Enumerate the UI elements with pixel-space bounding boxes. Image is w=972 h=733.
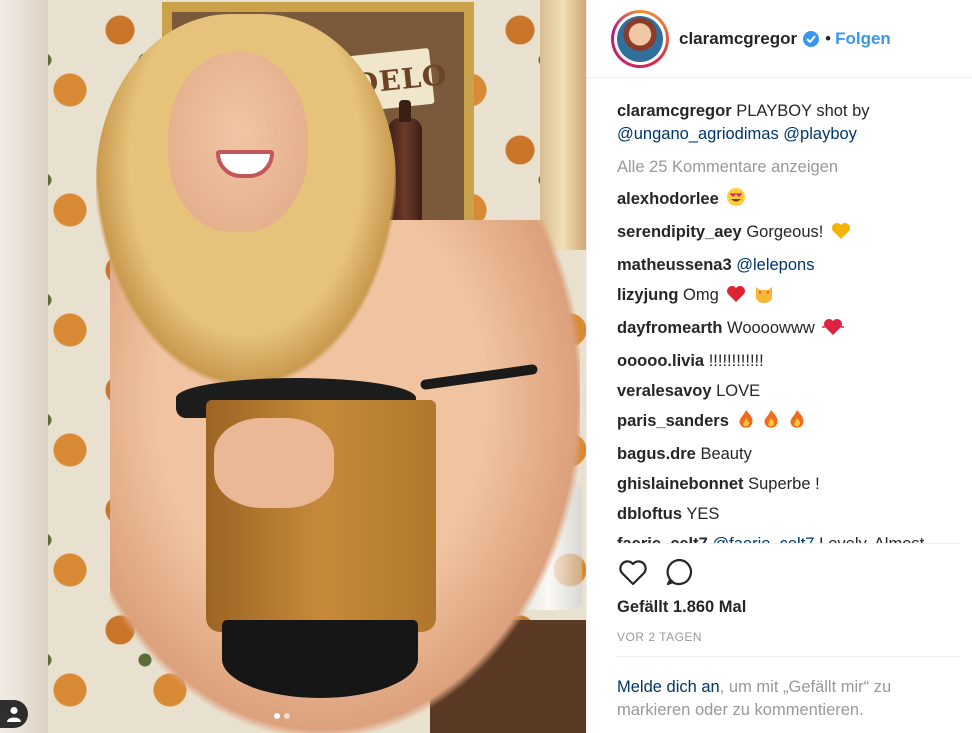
pillar (540, 0, 586, 250)
fire-icon (788, 409, 806, 439)
comment-row: matheussena3 @lelepons (617, 250, 957, 280)
heart-outline-icon (619, 559, 647, 585)
comment-username[interactable]: matheussena3 (617, 256, 732, 274)
comments-list[interactable]: claramcgregor PLAYBOY shot by @ungano_ag… (617, 100, 957, 544)
post-header: claramcgregor • Folgen (587, 0, 972, 78)
speech-bubble-icon (666, 558, 693, 586)
red-heart-icon (726, 283, 746, 313)
caption-username[interactable]: claramcgregor (617, 102, 732, 120)
user-tags-button[interactable] (0, 700, 28, 728)
comment-username[interactable]: dbloftus (617, 505, 682, 523)
comment-text: Gorgeous! (746, 223, 824, 241)
comment-text: LOVE (716, 382, 761, 400)
model-face (168, 52, 308, 232)
comment-text: Omg (683, 286, 719, 304)
comment-username[interactable]: serendipity_aey (617, 223, 742, 241)
comment-row: ghislainebonnet Superbe ! (617, 469, 957, 499)
fire-icon (737, 409, 755, 439)
comment-row: lizyjung Omg (617, 280, 957, 313)
comment-row: dbloftus YES (617, 499, 957, 529)
door (0, 0, 48, 733)
comment-mention[interactable]: @lelepons (736, 256, 814, 274)
divider (617, 656, 959, 657)
post-caption: claramcgregor PLAYBOY shot by @ungano_ag… (617, 100, 957, 146)
caption-mention[interactable]: @ungano_agriodimas (617, 125, 779, 143)
like-button[interactable] (617, 556, 649, 588)
login-link[interactable]: Melde dich an (617, 678, 720, 696)
comment-username[interactable]: paris_sanders (617, 412, 729, 430)
separator-bullet: • (825, 28, 832, 48)
comment-row: serendipity_aey Gorgeous! (617, 217, 957, 250)
yellow-heart-icon (831, 220, 851, 250)
login-prompt: Melde dich an, um mit „Gefällt mir“ zu m… (617, 676, 947, 722)
model-hands (214, 418, 334, 508)
view-all-comments-link[interactable]: Alle 25 Kommentare anzeigen (617, 152, 957, 182)
comment-text: Woooowww (727, 319, 815, 337)
comment-text: YES (686, 505, 720, 523)
comment-text: Superbe ! (748, 475, 820, 493)
avatar[interactable] (611, 9, 669, 68)
post-actions (617, 556, 695, 588)
heart-eyes-icon (726, 187, 746, 217)
divider (617, 543, 959, 544)
comment-username[interactable]: alexhodorlee (617, 190, 719, 208)
post-side-panel: claramcgregor • Folgen claramcgregor PLA… (586, 0, 972, 733)
avatar-ring-inner (614, 12, 666, 65)
likes-count[interactable]: Gefällt 1.860 Mal (617, 598, 746, 617)
caption-mention[interactable]: @playboy (783, 125, 857, 143)
fire-icon (762, 409, 780, 439)
comment-username[interactable]: veralesavoy (617, 382, 712, 400)
post-timestamp[interactable]: VOR 2 TAGEN (617, 630, 702, 644)
comment-username[interactable]: dayfromearth (617, 319, 722, 337)
follow-button[interactable]: Folgen (835, 29, 891, 49)
comment-username[interactable]: ghislainebonnet (617, 475, 744, 493)
carousel-dot-active[interactable] (274, 713, 280, 719)
comment-text: !!!!!!!!!!!! (708, 352, 764, 370)
comment-row: bagus.dre Beauty (617, 439, 957, 469)
comment-username[interactable]: ooooo.livia (617, 352, 704, 370)
post-photo[interactable]: MODELO (0, 0, 586, 733)
comment-row: dayfromearth Woooowww (617, 313, 957, 346)
carousel-dot[interactable] (284, 713, 290, 719)
comment-row: paris_sanders (617, 406, 957, 439)
header-username[interactable]: claramcgregor (679, 29, 797, 49)
person-icon (7, 707, 21, 722)
black-brief (222, 620, 418, 698)
comment-row: veralesavoy LOVE (617, 376, 957, 406)
comment-text: Beauty (700, 445, 752, 463)
heart-eyes-cat-icon (754, 283, 774, 313)
comment-username[interactable]: bagus.dre (617, 445, 696, 463)
comment-row: faerie_celt7 @faerie_celt7 Lovely. Almos… (617, 529, 957, 544)
beating-heart-icon (822, 316, 845, 346)
carousel-indicator (274, 713, 290, 719)
comment-username[interactable]: lizyjung (617, 286, 678, 304)
comment-row: alexhodorlee (617, 184, 957, 217)
comment-button[interactable] (663, 556, 695, 588)
verified-badge-icon (803, 30, 820, 47)
comment-row: ooooo.livia !!!!!!!!!!!! (617, 346, 957, 376)
avatar-image (617, 15, 663, 62)
caption-text: PLAYBOY shot by (736, 102, 870, 120)
